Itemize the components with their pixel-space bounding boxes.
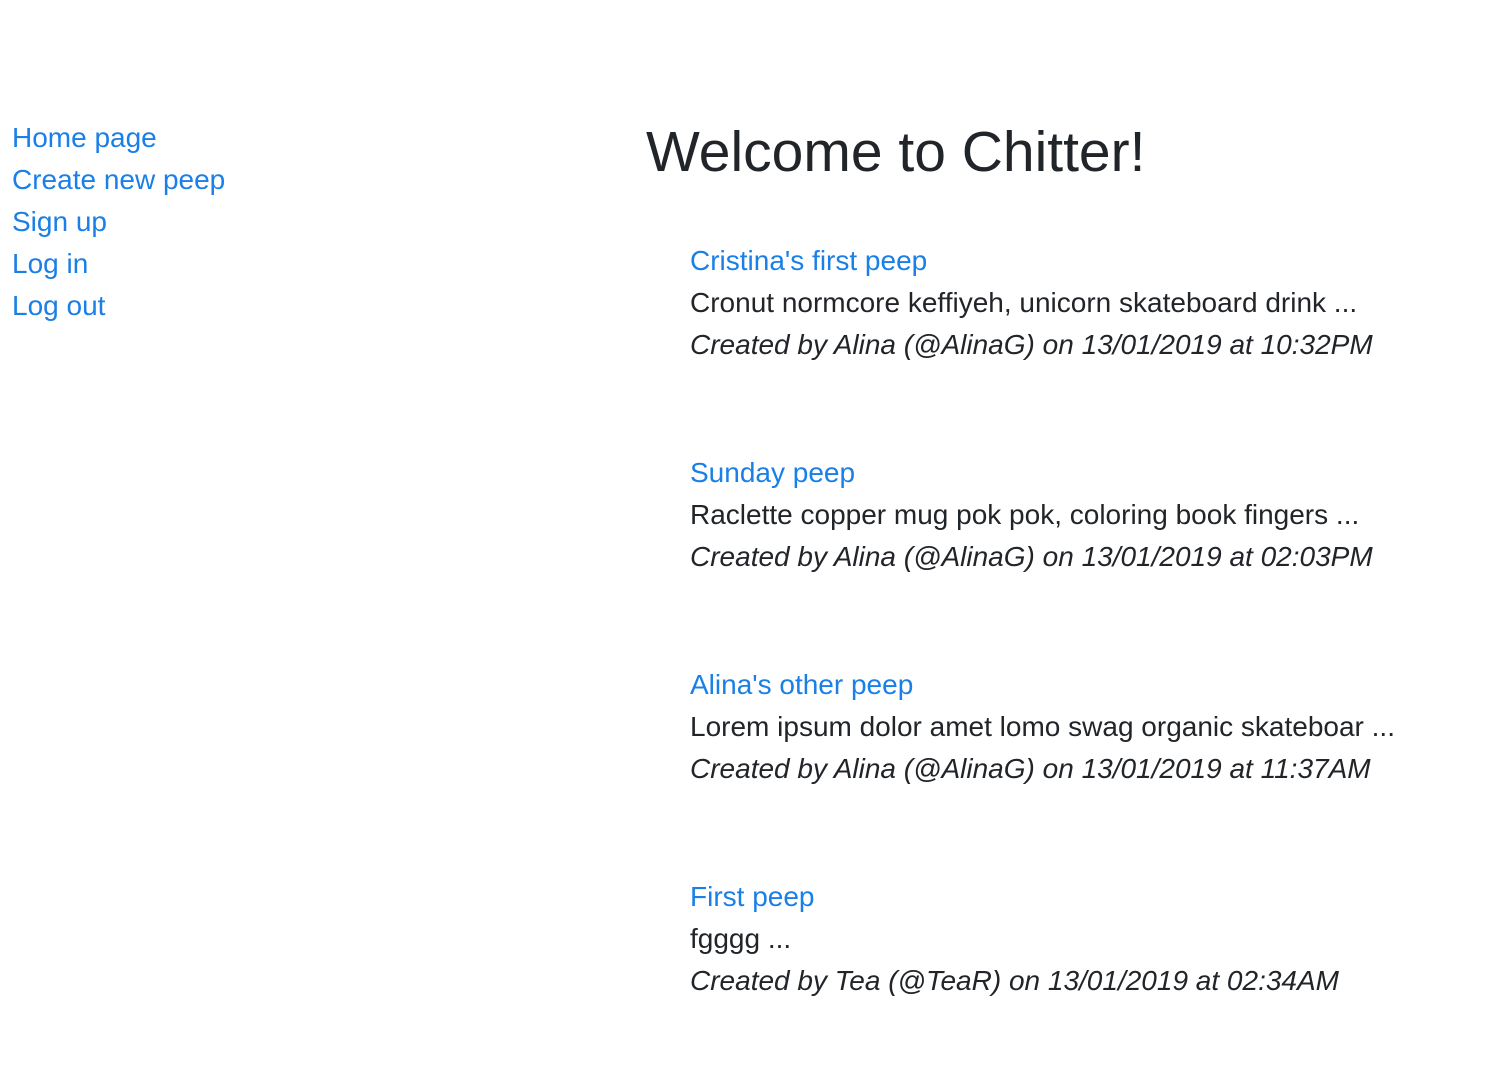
peep-list: Cristina's first peep Cronut normcore ke… xyxy=(690,240,1480,1068)
peep-title-link[interactable]: Cristina's first peep xyxy=(690,240,1480,282)
peep-item: Sunday peep Raclette copper mug pok pok,… xyxy=(690,452,1480,664)
peep-meta: Created by Tea (@TeaR) on 13/01/2019 at … xyxy=(690,965,1339,996)
peep-meta: Created by Alina (@AlinaG) on 13/01/2019… xyxy=(690,753,1371,784)
peep-body: Cronut normcore keffiyeh, unicorn skateb… xyxy=(690,287,1358,318)
page: Home page Create new peep Sign up Log in… xyxy=(0,0,1498,1068)
page-title: Welcome to Chitter! xyxy=(646,120,1146,184)
peep-item: Cristina's first peep Cronut normcore ke… xyxy=(690,240,1480,452)
nav-link-home-page[interactable]: Home page xyxy=(12,117,225,159)
nav-link-log-in[interactable]: Log in xyxy=(12,243,225,285)
nav-link-sign-up[interactable]: Sign up xyxy=(12,201,225,243)
main-content: Welcome to Chitter! Cristina's first pee… xyxy=(646,115,1476,996)
peep-meta: Created by Alina (@AlinaG) on 13/01/2019… xyxy=(690,541,1373,572)
peep-body: Raclette copper mug pok pok, coloring bo… xyxy=(690,499,1360,530)
peep-title-link[interactable]: First peep xyxy=(690,876,1480,918)
peep-item: First peep fgggg ... Created by Tea (@Te… xyxy=(690,876,1480,1068)
peep-body: fgggg ... xyxy=(690,923,792,954)
peep-title-link[interactable]: Alina's other peep xyxy=(690,664,1480,706)
peep-body: Lorem ipsum dolor amet lomo swag organic… xyxy=(690,711,1395,742)
nav-link-create-new-peep[interactable]: Create new peep xyxy=(12,159,225,201)
sidebar-nav: Home page Create new peep Sign up Log in… xyxy=(12,117,225,327)
nav-link-log-out[interactable]: Log out xyxy=(12,285,225,327)
peep-item: Alina's other peep Lorem ipsum dolor ame… xyxy=(690,664,1480,876)
peep-title-link[interactable]: Sunday peep xyxy=(690,452,1480,494)
peep-meta: Created by Alina (@AlinaG) on 13/01/2019… xyxy=(690,329,1373,360)
